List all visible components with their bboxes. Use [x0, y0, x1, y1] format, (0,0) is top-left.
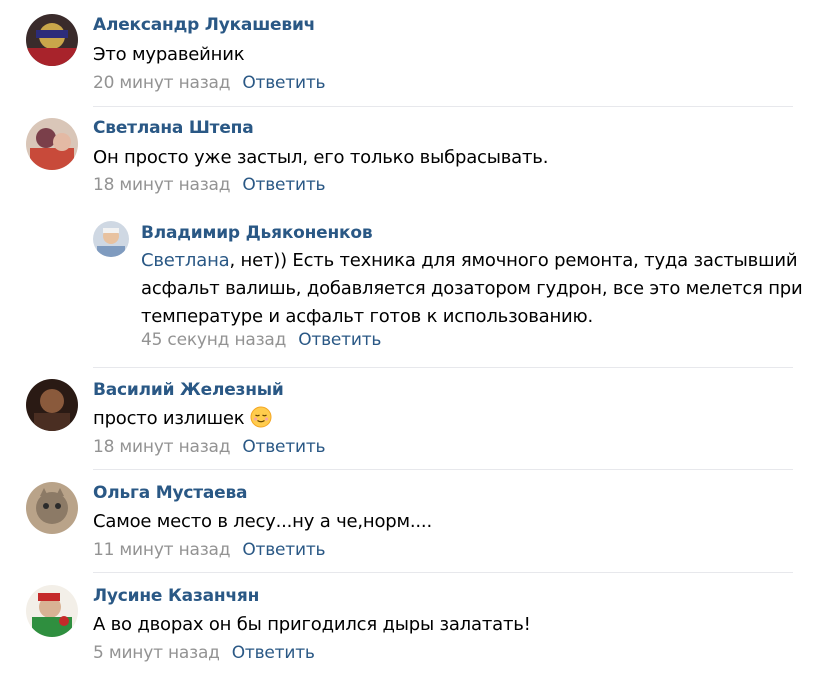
comment-text-line: , нет)) Есть техника для ямочного ремонт… [229, 250, 798, 271]
comment-author[interactable]: Василий Железный [93, 380, 284, 400]
comment-text: Светлана, нет)) Есть техника для ямочног… [141, 247, 803, 331]
comment-time[interactable]: 18 минут назад [93, 175, 231, 195]
separator [93, 469, 793, 470]
comment-time[interactable]: 5 минут назад [93, 643, 220, 663]
comment-time[interactable]: 18 минут назад [93, 437, 231, 457]
separator [93, 367, 793, 368]
comment-author[interactable]: Владимир Дьяконенков [141, 223, 373, 243]
relieved-face-icon [250, 406, 272, 428]
avatar[interactable] [26, 118, 78, 170]
avatar[interactable] [26, 482, 78, 534]
avatar[interactable] [93, 221, 129, 257]
comment-meta: 18 минут назад Ответить [93, 437, 326, 457]
avatar[interactable] [26, 379, 78, 431]
comment-time[interactable]: 45 секунд назад [141, 330, 286, 350]
comment-author[interactable]: Светлана Штепа [93, 118, 254, 138]
reply-button[interactable]: Ответить [242, 540, 325, 560]
comment-text-content: просто излишек [93, 408, 245, 429]
comment-time[interactable]: 11 минут назад [93, 540, 231, 560]
comment-meta: 5 минут назад Ответить [93, 643, 315, 663]
comment-meta: 20 минут назад Ответить [93, 73, 326, 93]
avatar[interactable] [26, 585, 78, 637]
comment-text: А во дворах он бы пригодился дыры залата… [93, 614, 531, 635]
comment-time[interactable]: 20 минут назад [93, 73, 231, 93]
comment-text: просто излишек [93, 405, 272, 433]
reply-button[interactable]: Ответить [242, 437, 325, 457]
reply-button[interactable]: Ответить [232, 643, 315, 663]
comment-author[interactable]: Александр Лукашевич [93, 15, 315, 35]
comment-meta: 11 минут назад Ответить [93, 540, 326, 560]
avatar[interactable] [26, 14, 78, 66]
separator [93, 106, 793, 107]
comment-text-line: асфальт валишь, добавляется дозатором гу… [141, 278, 803, 299]
reply-button[interactable]: Ответить [242, 73, 325, 93]
comment-meta: 18 минут назад Ответить [93, 175, 326, 195]
separator [93, 572, 793, 573]
reply-button[interactable]: Ответить [242, 175, 325, 195]
mention-link[interactable]: Светлана [141, 250, 230, 271]
comment-author[interactable]: Ольга Мустаева [93, 483, 247, 503]
comment-text: Это муравейник [93, 44, 245, 65]
comment-meta: 45 секунд назад Ответить [141, 330, 381, 350]
reply-button[interactable]: Ответить [298, 330, 381, 350]
comment-text: Он просто уже застыл, его только выбрасы… [93, 147, 549, 168]
comment-author[interactable]: Лусине Казанчян [93, 586, 259, 606]
comment-text-line: температуре и асфальт готов к использова… [141, 306, 594, 327]
comment-text: Самое место в лесу...ну а че,норм.... [93, 511, 432, 532]
